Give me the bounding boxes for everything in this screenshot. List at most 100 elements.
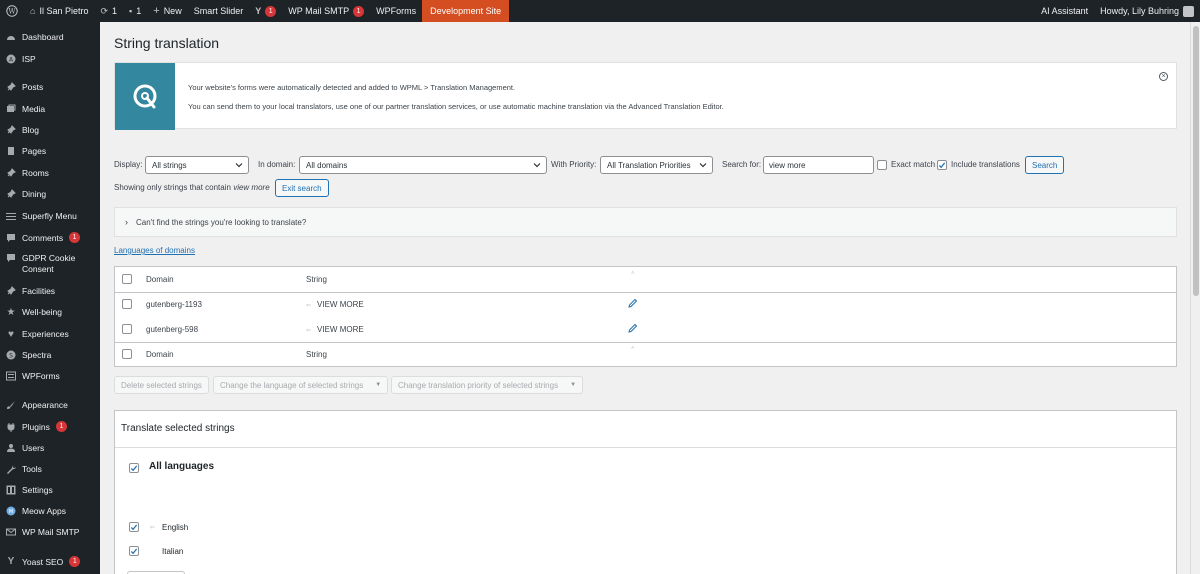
priority-label: With Priority: <box>551 160 597 169</box>
ai-assistant-label: AI Assistant <box>1041 6 1089 16</box>
new-label: New <box>163 6 182 16</box>
wpforms-label: WPForms <box>376 6 417 16</box>
sidebar-item-pages[interactable]: Pages <box>0 146 100 156</box>
italian-checkbox[interactable] <box>129 546 139 556</box>
wp-mail-smtp-label: WP Mail SMTP <box>288 6 350 16</box>
sidebar-item-users[interactable]: Users <box>0 443 100 453</box>
english-flag-icon: ⇐ <box>150 525 156 531</box>
sidebar-item-comments[interactable]: Comments 1 <box>0 232 100 243</box>
svg-text:M: M <box>9 509 13 515</box>
pencil-icon[interactable] <box>627 298 638 309</box>
sidebar-item-plugins[interactable]: Plugins 1 <box>0 421 100 432</box>
languages-of-domains-link[interactable]: Languages of domains <box>114 246 195 255</box>
search-label: Search for: <box>722 160 762 169</box>
comments-link[interactable]: ▪ 1 <box>123 0 147 22</box>
site-name-link[interactable]: ⌂ Il San Pietro <box>24 0 94 22</box>
sidebar-item-gdpr-cookie-consent[interactable]: GDPR Cookie Consent <box>0 253 100 275</box>
sidebar-item-appearance[interactable]: Appearance <box>0 400 100 410</box>
wp-mail-smtp-link[interactable]: WP Mail SMTP 1 <box>282 0 370 22</box>
italian-label: Italian <box>162 547 184 556</box>
row-string: ⇐ VIEW MORE <box>306 325 364 334</box>
yoast-link[interactable]: Y 1 <box>249 0 282 22</box>
column-domain[interactable]: Domain <box>146 275 174 284</box>
select-all-checkbox-footer[interactable] <box>122 349 132 359</box>
sidebar-item-facilities[interactable]: Facilities <box>0 286 100 296</box>
star-icon: ★ <box>6 306 16 318</box>
exact-match-checkbox[interactable] <box>877 160 887 170</box>
pages-icon <box>6 146 16 156</box>
sidebar-item-experiences[interactable]: ♥ Experiences <box>0 329 100 340</box>
change-language-select[interactable]: Change the language of selected strings ▼ <box>213 376 389 394</box>
scrollbar-thumb[interactable] <box>1193 26 1199 296</box>
sidebar-item-tools[interactable]: Tools <box>0 464 100 474</box>
translate-selected-panel: Translate selected strings All languages… <box>114 410 1177 574</box>
user-account-menu[interactable]: Howdy, Lily Buhring <box>1094 0 1200 22</box>
sidebar-item-wpforms[interactable]: WPForms <box>0 371 100 381</box>
sidebar-item-isp[interactable]: A ISP <box>0 54 100 64</box>
page-scrollbar[interactable] <box>1190 22 1200 574</box>
wpml-notice: Your website's forms were automatically … <box>114 62 1177 130</box>
sidebar-item-dashboard[interactable]: Dashboard <box>0 32 100 42</box>
search-button[interactable]: Search <box>1025 156 1065 174</box>
wordpress-logo-button[interactable]: W <box>0 0 24 22</box>
avatar <box>1183 5 1194 17</box>
delete-selected-button[interactable]: Delete selected strings <box>114 376 209 394</box>
table-footer: Domain String ˄ <box>115 342 1176 367</box>
sidebar-item-superfly-menu[interactable]: Superfly Menu <box>0 211 100 221</box>
yoast-icon: Y <box>255 6 262 16</box>
close-icon[interactable]: × <box>1159 72 1168 81</box>
domain-select[interactable]: All domains <box>299 156 547 174</box>
notice-line-2: You can send them to your local translat… <box>188 102 724 111</box>
checkmark-icon <box>130 523 138 530</box>
sidebar-item-spectra[interactable]: S Spectra <box>0 350 100 360</box>
table-header: Domain String ˄ <box>115 267 1176 292</box>
wpforms-icon <box>6 371 16 381</box>
include-translations-checkbox[interactable] <box>937 160 947 170</box>
sidebar-item-yoast-seo[interactable]: Y Yoast SEO 1 <box>0 556 100 567</box>
column-string-footer[interactable]: String <box>306 350 327 359</box>
ai-assistant-link[interactable]: AI Assistant <box>1035 0 1094 22</box>
display-select[interactable]: All strings <box>145 156 249 174</box>
sidebar-item-well-being[interactable]: ★ Well-being <box>0 306 100 318</box>
row-domain: gutenberg-1193 <box>146 300 202 309</box>
all-languages-checkbox[interactable] <box>129 463 139 473</box>
search-input[interactable]: view more <box>763 156 874 174</box>
cant-find-strings-toggle[interactable]: › Can't find the strings you're looking … <box>114 207 1177 237</box>
column-domain-footer[interactable]: Domain <box>146 350 174 359</box>
comment-icon <box>6 233 16 243</box>
priority-select[interactable]: All Translation Priorities <box>600 156 713 174</box>
menu-lines-icon <box>6 211 16 221</box>
english-checkbox[interactable] <box>129 522 139 532</box>
sidebar-item-dining[interactable]: Dining <box>0 189 100 199</box>
column-string[interactable]: String <box>306 275 327 284</box>
smart-slider-link[interactable]: Smart Slider <box>188 0 250 22</box>
updates-link[interactable]: ⟳ 1 <box>94 0 123 22</box>
select-all-checkbox[interactable] <box>122 274 132 284</box>
main-content: String translation Your website's forms … <box>100 22 1190 574</box>
notice-line-1: Your website's forms were automatically … <box>188 83 516 92</box>
isp-icon: A <box>6 54 16 64</box>
sidebar-item-meow-apps[interactable]: M Meow Apps <box>0 506 100 516</box>
pin-icon <box>6 125 16 135</box>
panel-title: Translate selected strings <box>121 423 235 434</box>
sort-icon: ˄ <box>631 271 635 277</box>
row-checkbox[interactable] <box>122 299 132 309</box>
page-title: String translation <box>114 35 220 51</box>
exit-search-button[interactable]: Exit search <box>275 179 329 197</box>
search-status-text: Showing only strings that contain view m… <box>114 183 270 192</box>
change-priority-select[interactable]: Change translation priority of selected … <box>391 376 584 394</box>
development-site-badge[interactable]: Development Site <box>422 0 510 22</box>
wpforms-link[interactable]: WPForms <box>370 0 422 22</box>
sidebar-item-posts[interactable]: Posts <box>0 82 100 92</box>
sidebar-item-settings[interactable]: Settings <box>0 485 100 495</box>
brush-icon <box>6 400 16 410</box>
row-checkbox[interactable] <box>122 324 132 334</box>
new-content-link[interactable]: + New <box>147 0 187 22</box>
sidebar-item-rooms[interactable]: Rooms <box>0 168 100 178</box>
sidebar-item-media[interactable]: Media <box>0 104 100 114</box>
sidebar-item-wp-mail-smtp[interactable]: WP Mail SMTP <box>0 527 100 537</box>
sidebar-item-blog[interactable]: Blog <box>0 125 100 135</box>
pencil-icon[interactable] <box>627 323 638 334</box>
sort-icon: ˄ <box>631 346 635 352</box>
checkmark-icon <box>130 547 138 554</box>
